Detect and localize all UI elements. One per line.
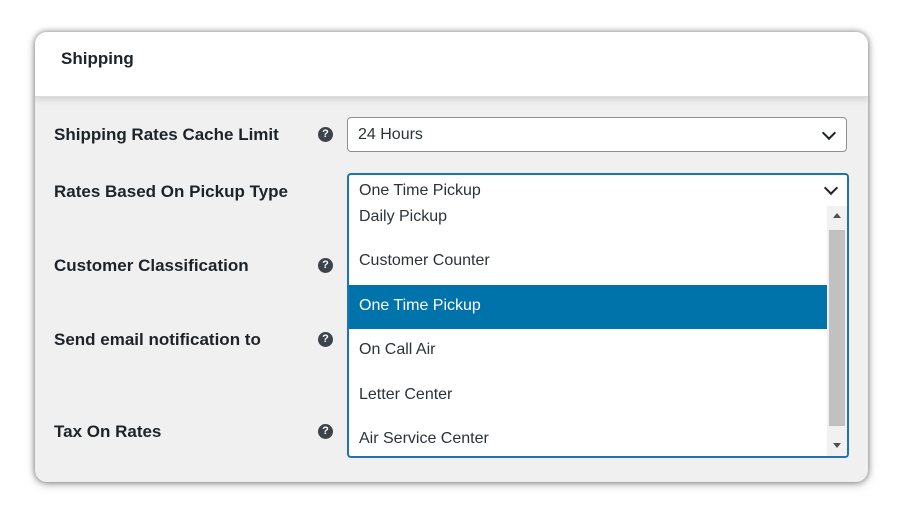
chevron-down-icon bbox=[823, 180, 839, 196]
option-one-time-pickup[interactable]: One Time Pickup bbox=[349, 285, 827, 329]
help-icon[interactable]: ? bbox=[318, 258, 333, 273]
cache-limit-value: 24 Hours bbox=[358, 126, 423, 143]
chevron-down-icon bbox=[821, 125, 837, 141]
help-icon[interactable]: ? bbox=[318, 127, 333, 142]
dropdown-options: Daily Pickup Customer Counter One Time P… bbox=[349, 206, 827, 456]
pickup-type-value: One Time Pickup bbox=[359, 182, 481, 199]
scroll-down-arrow-icon[interactable] bbox=[833, 443, 841, 448]
cache-limit-label: Shipping Rates Cache Limit bbox=[54, 125, 279, 144]
dropdown-scrollbar[interactable] bbox=[827, 206, 847, 456]
scroll-up-arrow-icon[interactable] bbox=[833, 213, 841, 218]
option-letter-center[interactable]: Letter Center bbox=[349, 374, 827, 418]
pickup-type-select[interactable]: One Time Pickup bbox=[347, 173, 849, 207]
help-icon[interactable]: ? bbox=[318, 424, 333, 439]
option-air-service-center[interactable]: Air Service Center bbox=[349, 418, 827, 456]
scroll-thumb[interactable] bbox=[829, 230, 845, 426]
card-header: Shipping bbox=[35, 32, 868, 97]
pickup-type-dropdown-list: Daily Pickup Customer Counter One Time P… bbox=[347, 206, 849, 458]
cache-limit-select[interactable]: 24 Hours bbox=[347, 117, 847, 152]
option-daily-pickup[interactable]: Daily Pickup bbox=[349, 206, 827, 240]
tax-on-rates-label: Tax On Rates bbox=[54, 422, 162, 441]
card-title: Shipping bbox=[61, 49, 134, 68]
option-on-call-air[interactable]: On Call Air bbox=[349, 329, 827, 373]
help-icon[interactable]: ? bbox=[318, 332, 333, 347]
option-customer-counter[interactable]: Customer Counter bbox=[349, 240, 827, 284]
customer-classification-label: Customer Classification bbox=[54, 256, 249, 275]
pickup-type-label: Rates Based On Pickup Type bbox=[54, 182, 288, 201]
shipping-settings-card: Shipping Shipping Rates Cache Limit ? 24… bbox=[35, 32, 868, 482]
email-notification-label: Send email notification to bbox=[54, 330, 261, 349]
